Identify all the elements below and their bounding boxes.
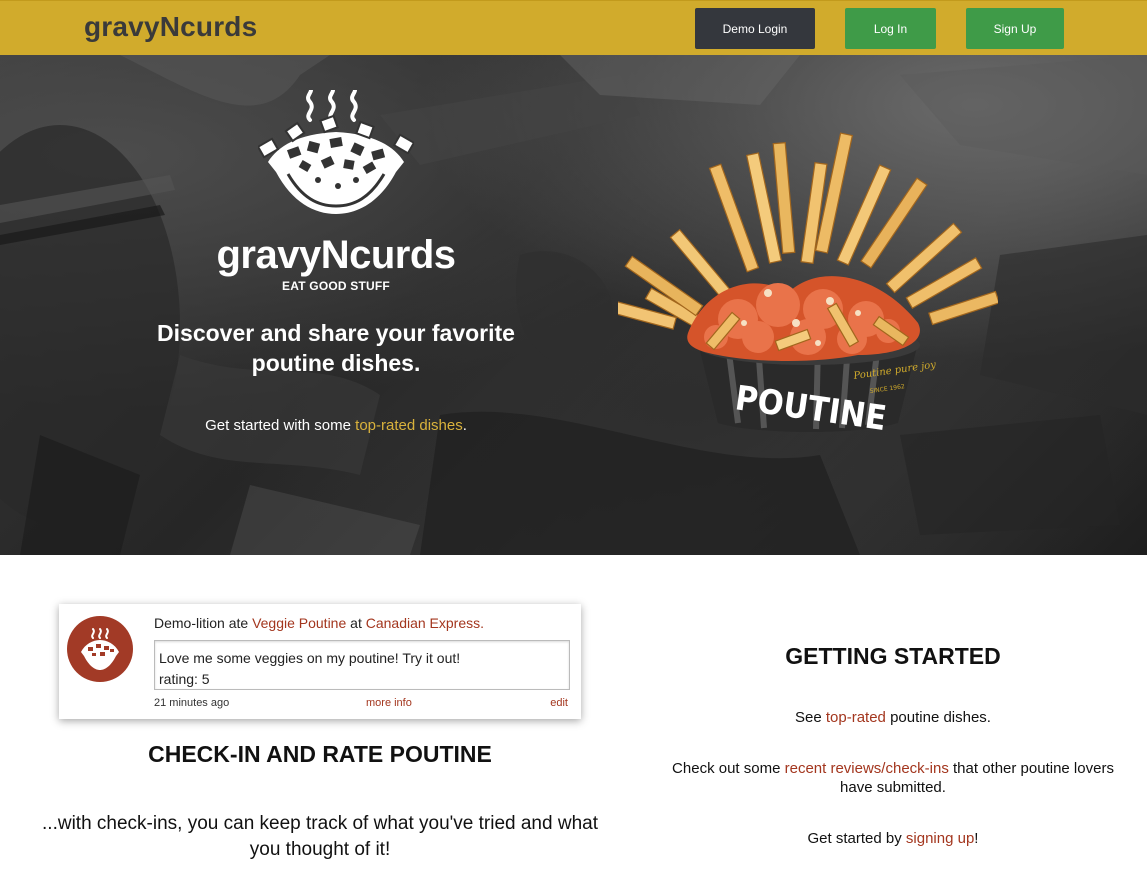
- demo-login-button[interactable]: Demo Login: [695, 8, 815, 49]
- checkin-timestamp: 21 minutes ago: [154, 697, 230, 709]
- signing-up-link[interactable]: signing up: [906, 830, 974, 847]
- hero-title: gravyNcurds: [216, 233, 456, 277]
- checkin-review-text: Love me some veggies on my poutine! Try …: [159, 650, 461, 666]
- hero-cta-suffix: .: [462, 417, 467, 434]
- hero-headline: Discover and share your favorite poutine…: [157, 320, 515, 376]
- checkin-section-title: CHECK-IN AND RATE POUTINE: [148, 741, 492, 767]
- getting-started-title: GETTING STARTED: [785, 643, 1001, 669]
- top-rated-link[interactable]: top-rated: [826, 709, 886, 726]
- checkin-review-box: Love me some veggies on my poutine! Try …: [154, 640, 570, 690]
- dish-link[interactable]: Veggie Poutine: [252, 615, 346, 631]
- checkin-card: Demo-lition ate Veggie Poutine at Canadi…: [59, 604, 581, 719]
- gs-line2-prefix: Check out some: [672, 760, 785, 777]
- gs-line1-suffix: poutine dishes.: [885, 709, 991, 726]
- edit-link[interactable]: edit: [550, 697, 568, 709]
- poutine-logo-icon: [258, 90, 414, 214]
- gs-line3-suffix: !: [974, 830, 979, 847]
- recent-reviews-link[interactable]: recent reviews/check-ins: [785, 760, 949, 777]
- checkin-user: Demo-lition: [154, 615, 225, 631]
- getting-started-line-signup: Get started by signing up!: [670, 829, 1116, 848]
- gs-line1-prefix: See: [795, 709, 826, 726]
- checkin-header: Demo-lition ate Veggie Poutine at Canadi…: [154, 615, 484, 631]
- more-info-link[interactable]: more info: [366, 697, 412, 709]
- getting-started-line-reviews: Check out some recent reviews/check-ins …: [670, 759, 1116, 797]
- checkin-ate: ate: [224, 615, 253, 631]
- checkin-rating: rating: 5: [159, 671, 210, 687]
- hero-tagline: EAT GOOD STUFF: [282, 279, 390, 293]
- top-rated-dishes-link[interactable]: top-rated dishes: [355, 417, 463, 434]
- restaurant-link[interactable]: Canadian Express.: [366, 615, 484, 631]
- poutine-avatar-icon: [81, 628, 119, 670]
- poutine-photo: POUTINE Poutine pure joy SINCE 1962: [618, 132, 998, 433]
- checkin-section-description: ...with check-ins, you can keep track of…: [42, 813, 598, 860]
- hero-banner: gravyNcurds EAT GOOD STUFF Discover and …: [0, 55, 1147, 555]
- sign-up-button[interactable]: Sign Up: [966, 8, 1064, 49]
- navbar: gravyNcurds Demo Login Log In Sign Up: [0, 0, 1147, 55]
- getting-started-line-top-rated: See top-rated poutine dishes.: [670, 708, 1116, 727]
- brand-logo[interactable]: gravyNcurds: [84, 11, 257, 43]
- log-in-button[interactable]: Log In: [845, 8, 936, 49]
- avatar[interactable]: [67, 616, 133, 682]
- gs-line3-prefix: Get started by: [807, 830, 906, 847]
- hero-cta-prefix: Get started with some: [205, 417, 356, 434]
- checkin-at: at: [346, 615, 366, 631]
- hero-cta: Get started with some top-rated dishes.: [136, 417, 536, 434]
